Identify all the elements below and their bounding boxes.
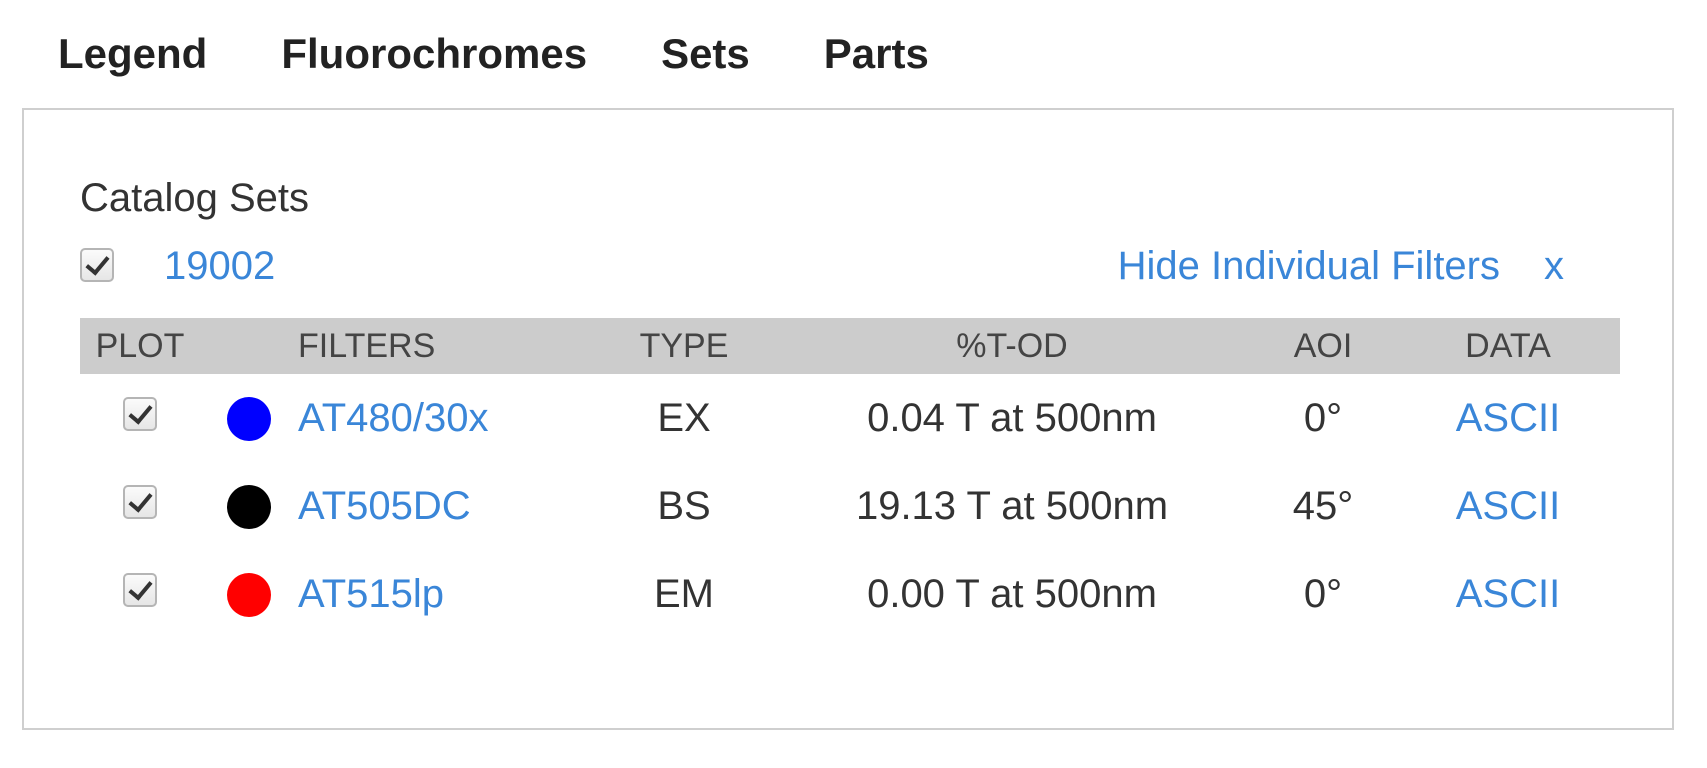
- plot-checkbox[interactable]: [123, 396, 157, 431]
- set-row: 19002 Hide Individual Filters x: [80, 238, 1620, 298]
- close-set-button[interactable]: x: [1544, 244, 1564, 289]
- table-row: AT505DC BS 19.13 T at 500nm 45° ASCII: [80, 462, 1620, 550]
- filter-aoi: 45°: [1292, 483, 1354, 528]
- set-checkbox[interactable]: [80, 248, 114, 282]
- table-header-row: PLOT FILTERS TYPE %T-OD AOI DATA: [80, 318, 1620, 374]
- filter-type: EM: [654, 571, 714, 616]
- set-link[interactable]: 19002: [164, 244, 275, 289]
- filter-aoi: 0°: [1303, 395, 1343, 440]
- header-filters: FILTERS: [298, 326, 436, 365]
- plot-checkbox[interactable]: [123, 572, 157, 607]
- plot-checkbox[interactable]: [123, 484, 157, 519]
- filter-color-dot: [227, 573, 271, 618]
- tab-sets[interactable]: Sets: [661, 26, 750, 82]
- filter-tod: 0.00 T at 500nm: [867, 571, 1157, 616]
- filter-color-dot: [227, 485, 271, 530]
- hide-individual-filters-link[interactable]: Hide Individual Filters: [1118, 244, 1500, 289]
- filter-type: EX: [657, 395, 711, 440]
- header-aoi: AOI: [1293, 326, 1353, 365]
- header-tod: %T-OD: [956, 326, 1068, 365]
- filter-color-dot: [227, 397, 271, 442]
- table-row: AT515lp EM 0.00 T at 500nm 0° ASCII: [80, 550, 1620, 638]
- filters-table: PLOT FILTERS TYPE %T-OD AOI DATA AT480/3…: [80, 318, 1620, 638]
- filter-type: BS: [657, 483, 711, 528]
- header-data: DATA: [1465, 326, 1551, 365]
- filter-link[interactable]: AT515lp: [298, 572, 444, 616]
- filter-link[interactable]: AT480/30x: [298, 396, 489, 440]
- filter-link[interactable]: AT505DC: [298, 484, 471, 528]
- catalog-sets-title: Catalog Sets: [80, 176, 310, 220]
- header-color: [200, 318, 298, 374]
- filter-aoi: 0°: [1303, 571, 1343, 616]
- sets-panel: Catalog Sets 19002 Hide Individual Filte…: [22, 108, 1674, 730]
- ascii-link[interactable]: ASCII: [1456, 396, 1560, 440]
- ascii-link[interactable]: ASCII: [1456, 572, 1560, 616]
- tab-parts[interactable]: Parts: [824, 26, 929, 82]
- filter-tod: 19.13 T at 500nm: [855, 483, 1169, 528]
- header-plot: PLOT: [95, 326, 185, 365]
- tab-fluorochromes[interactable]: Fluorochromes: [281, 26, 587, 82]
- filter-tod: 0.04 T at 500nm: [867, 395, 1157, 440]
- ascii-link[interactable]: ASCII: [1456, 484, 1560, 528]
- header-type: TYPE: [639, 326, 729, 365]
- tab-bar: Legend Fluorochromes Sets Parts: [58, 26, 1003, 82]
- tab-legend[interactable]: Legend: [58, 26, 207, 82]
- table-row: AT480/30x EX 0.04 T at 500nm 0° ASCII: [80, 374, 1620, 462]
